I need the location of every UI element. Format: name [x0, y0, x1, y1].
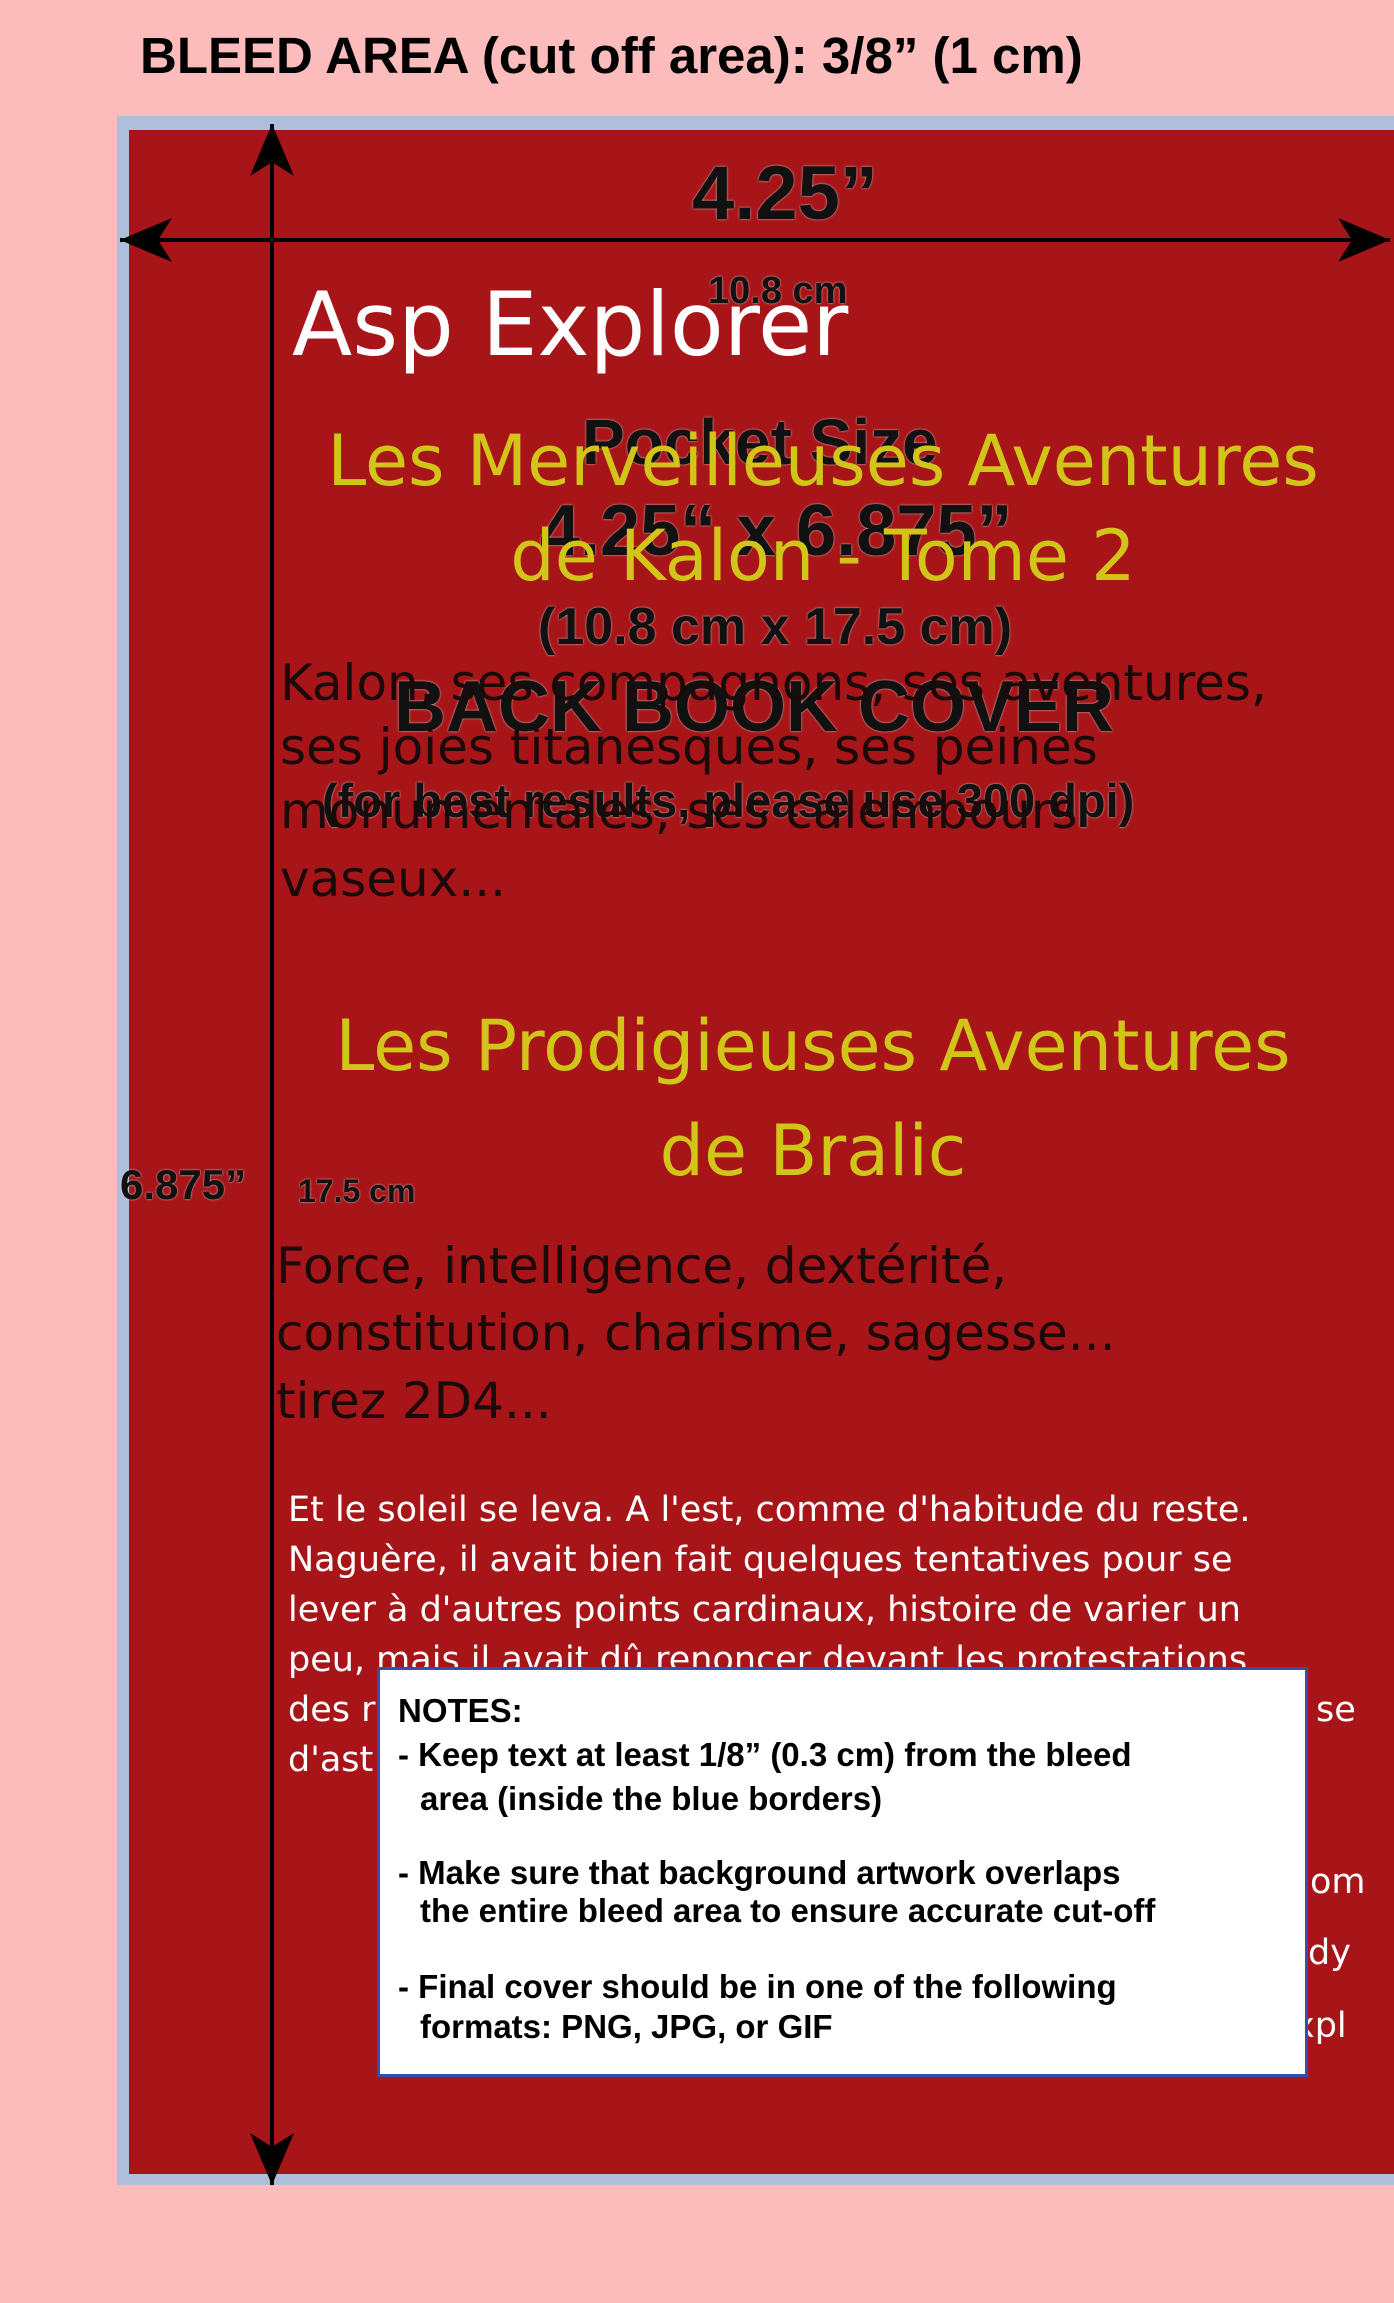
book1-title-line1: Les Merveilleuses Aventures	[327, 420, 1319, 502]
author-title: Asp Explorer	[292, 273, 849, 376]
notes-box: NOTES: - Keep text at least 1/8” (0.3 cm…	[377, 1667, 1308, 2077]
note3-line1: - Final cover should be in one of the fo…	[398, 1968, 1117, 2005]
fragment-om: om	[1310, 1862, 1366, 1902]
book2-title-line1: Les Prodigieuses Aventures	[335, 1005, 1291, 1087]
note3-line2: formats: PNG, JPG, or GIF	[420, 2008, 833, 2045]
note2-line1: - Make sure that background artwork over…	[398, 1854, 1121, 1891]
dimensions-cm-label: (10.8 cm x 17.5 cm)	[538, 598, 1013, 656]
book2-blurb-line1: Force, intelligence, dextérité,	[276, 1237, 1008, 1295]
note1-line2: area (inside the blue borders)	[420, 1780, 883, 1817]
book1-blurb-line4: vaseux...	[280, 850, 507, 908]
book2-title-line2: de Bralic	[659, 1110, 967, 1192]
book1-title-line2: de Kalon - Tome 2	[510, 515, 1136, 597]
fragment-dy: dy	[1308, 1933, 1351, 1973]
excerpt-line5-start: des r	[288, 1690, 376, 1730]
book2-blurb-line2: constitution, charisme, sagesse...	[276, 1304, 1116, 1362]
excerpt-line3: lever à d'autres points cardinaux, histo…	[288, 1590, 1241, 1630]
book2-blurb-line3: tirez 2D4...	[276, 1372, 552, 1430]
book1-blurb-line2: ses joies titanesques, ses peines	[280, 718, 1098, 776]
width-inches-label: 4.25”	[692, 151, 878, 236]
note1-line1: - Keep text at least 1/8” (0.3 cm) from …	[398, 1736, 1132, 1773]
excerpt-line6-start: d'ast	[288, 1740, 374, 1780]
book1-blurb-line1: Kalon, ses compagnons, ses aventures,	[280, 654, 1267, 712]
notes-heading: NOTES:	[398, 1692, 523, 1729]
height-inches-label: 6.875”	[120, 1161, 247, 1208]
excerpt-line5-end: se	[1316, 1690, 1356, 1730]
excerpt-line2: Naguère, il avait bien fait quelques ten…	[288, 1540, 1233, 1580]
book1-blurb-line3: monumentales, ses calembours	[280, 782, 1078, 840]
excerpt-line1: Et le soleil se leva. A l'est, comme d'h…	[288, 1490, 1251, 1530]
note2-line2: the entire bleed area to ensure accurate…	[420, 1892, 1156, 1929]
